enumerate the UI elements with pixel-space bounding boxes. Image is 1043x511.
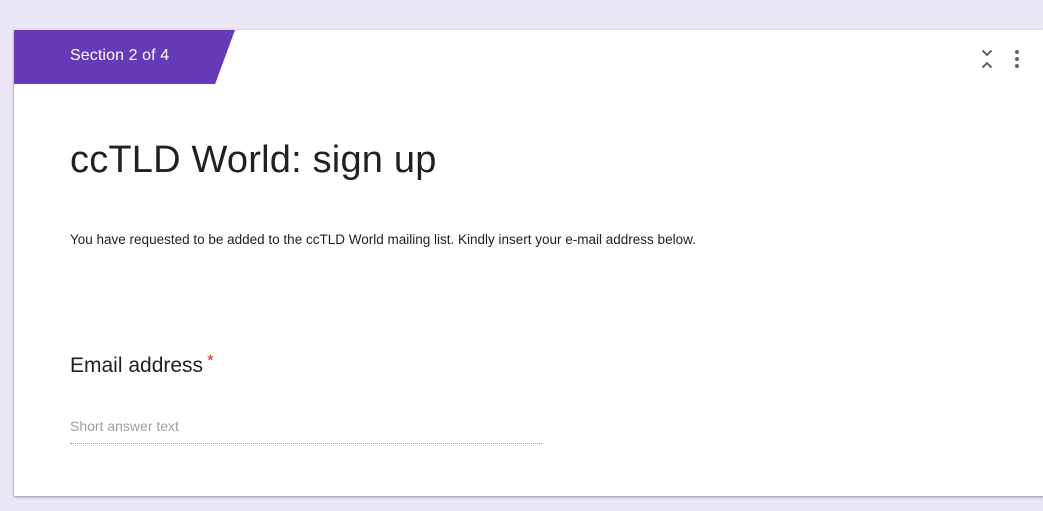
question-title: Email address * <box>70 351 214 381</box>
form-title: ccTLD World: sign up <box>70 139 437 181</box>
more-vert-icon <box>1015 50 1019 68</box>
question-title-text: Email address <box>70 354 204 377</box>
short-answer-field[interactable]: Short answer text <box>70 413 542 444</box>
short-answer-placeholder: Short answer text <box>70 418 179 434</box>
required-asterisk: * <box>207 351 214 370</box>
section-card: Section 2 of 4 ccTLD World: sign up You … <box>14 30 1043 496</box>
more-options-button[interactable] <box>1005 46 1029 72</box>
section-label: Section 2 of 4 <box>70 47 170 64</box>
form-description: You have requested to be added to the cc… <box>70 232 696 247</box>
unfold-less-icon <box>981 49 993 69</box>
collapse-section-button[interactable] <box>975 46 999 72</box>
